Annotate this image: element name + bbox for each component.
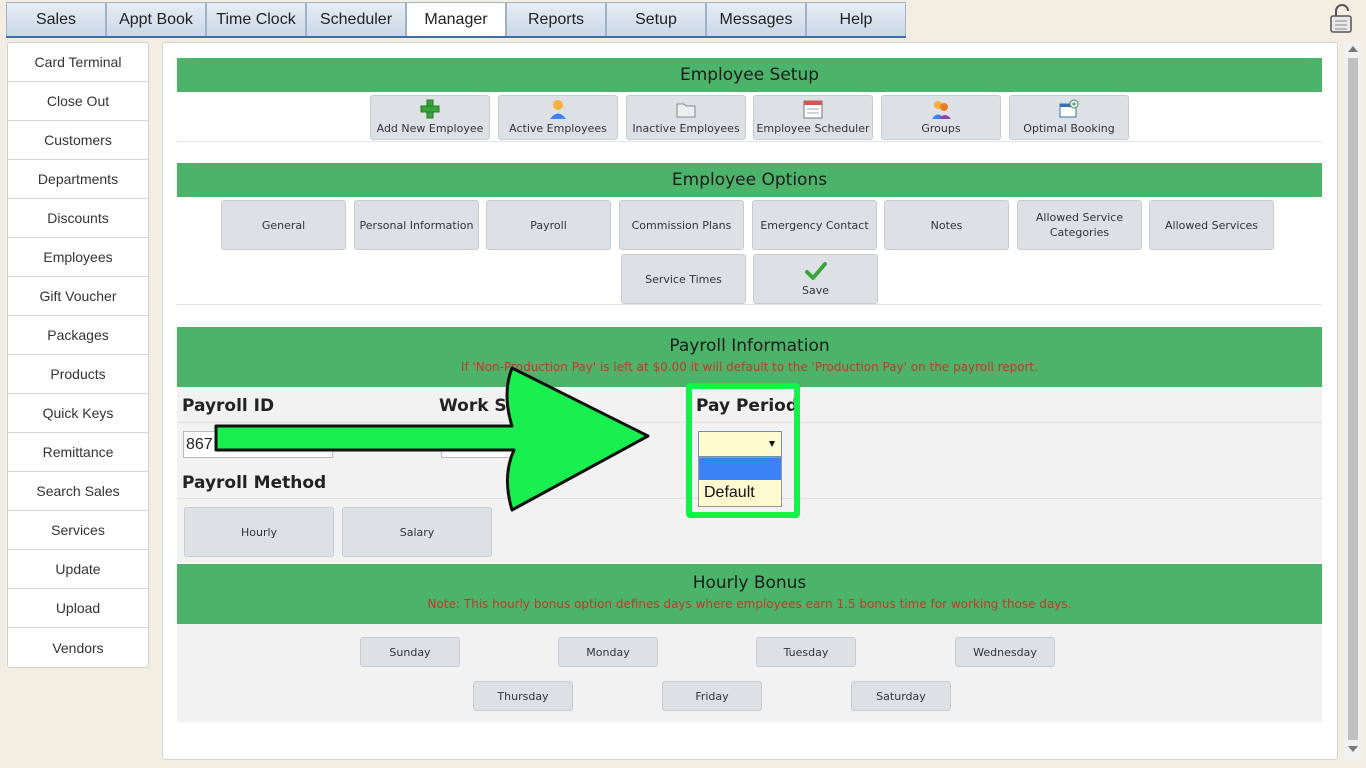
tab-setup[interactable]: Setup (606, 2, 706, 37)
save-button[interactable]: Save (753, 254, 878, 304)
option-emergency-contact-button[interactable]: Emergency Contact (752, 200, 877, 250)
employee-options-header: Employee Options (177, 163, 1322, 197)
day-monday-button[interactable]: Monday (558, 637, 658, 667)
groups-button[interactable]: Groups (881, 95, 1001, 140)
employee-setup-body (177, 92, 1322, 142)
sidebar-item-vendors[interactable]: Vendors (8, 628, 148, 667)
arrow-icon (214, 366, 650, 512)
sidebar-item-quick-keys[interactable]: Quick Keys (8, 394, 148, 433)
day-friday-button[interactable]: Friday (662, 681, 762, 711)
option-personal-information-button[interactable]: Personal Information (354, 200, 479, 250)
day-tuesday-button[interactable]: Tuesday (756, 637, 856, 667)
sidebar-item-close-out[interactable]: Close Out (8, 82, 148, 121)
scroll-up-arrow-icon[interactable] (1348, 46, 1358, 52)
employee-setup-title: Employee Setup (679, 65, 820, 85)
hourly-bonus-title: Hourly Bonus (692, 573, 807, 593)
tab-appt-book[interactable]: Appt Book (106, 2, 206, 37)
sidebar: Card Terminal Close Out Customers Depart… (7, 42, 149, 668)
sidebar-item-update[interactable]: Update (8, 550, 148, 589)
groups-label: Groups (921, 122, 961, 135)
day-wednesday-button[interactable]: Wednesday (955, 637, 1055, 667)
highlight-box (686, 383, 800, 518)
employee-scheduler-button[interactable]: Employee Scheduler (753, 95, 873, 140)
lock-icon[interactable] (1326, 4, 1356, 34)
sidebar-item-packages[interactable]: Packages (8, 316, 148, 355)
hourly-bonus-header: Hourly Bonus Note: This hourly bonus opt… (177, 564, 1322, 624)
add-new-employee-button[interactable]: Add New Employee (370, 95, 490, 140)
scroll-down-arrow-icon[interactable] (1348, 746, 1358, 752)
day-thursday-button[interactable]: Thursday (473, 681, 573, 711)
sidebar-item-services[interactable]: Services (8, 511, 148, 550)
inactive-employees-button[interactable]: Inactive Employees (626, 95, 746, 140)
sidebar-item-discounts[interactable]: Discounts (8, 199, 148, 238)
group-icon (932, 101, 951, 119)
folder-icon (676, 103, 696, 118)
option-commission-plans-button[interactable]: Commission Plans (619, 200, 744, 250)
tab-messages[interactable]: Messages (706, 2, 806, 37)
sidebar-item-products[interactable]: Products (8, 355, 148, 394)
option-service-times-button[interactable]: Service Times (621, 254, 746, 304)
employee-options-title: Employee Options (671, 170, 828, 190)
tab-time-clock[interactable]: Time Clock (206, 2, 306, 37)
payroll-method-salary-button[interactable]: Salary (342, 507, 492, 557)
top-tabs: Sales Appt Book Time Clock Scheduler Man… (6, 2, 906, 37)
option-notes-button[interactable]: Notes (884, 200, 1009, 250)
inactive-employees-label: Inactive Employees (632, 122, 740, 135)
green-plus-icon (420, 99, 440, 119)
tab-manager[interactable]: Manager (406, 2, 506, 37)
person-icon (550, 100, 566, 119)
sidebar-item-upload[interactable]: Upload (8, 589, 148, 628)
day-sunday-button[interactable]: Sunday (360, 637, 460, 667)
sidebar-item-card-terminal[interactable]: Card Terminal (8, 43, 148, 82)
tab-reports[interactable]: Reports (506, 2, 606, 37)
checkmark-icon (804, 261, 827, 280)
employee-scheduler-label: Employee Scheduler (756, 122, 870, 135)
option-allowed-services-button[interactable]: Allowed Services (1149, 200, 1274, 250)
active-employees-button[interactable]: Active Employees (498, 95, 618, 140)
tab-underline (6, 36, 906, 38)
day-saturday-button[interactable]: Saturday (851, 681, 951, 711)
sidebar-item-employees[interactable]: Employees (8, 238, 148, 277)
scroll-thumb[interactable] (1348, 58, 1358, 740)
booking-icon (1059, 99, 1079, 118)
active-employees-label: Active Employees (509, 122, 607, 135)
option-payroll-button[interactable]: Payroll (486, 200, 611, 250)
tab-help[interactable]: Help (806, 2, 906, 37)
hourly-bonus-note: Note: This hourly bonus option defines d… (427, 597, 1072, 611)
tab-scheduler[interactable]: Scheduler (306, 2, 406, 37)
save-label: Save (801, 283, 829, 297)
calendar-icon (803, 100, 823, 119)
payroll-info-title: Payroll Information (669, 336, 830, 356)
sidebar-item-customers[interactable]: Customers (8, 121, 148, 160)
sidebar-item-search-sales[interactable]: Search Sales (8, 472, 148, 511)
sidebar-item-departments[interactable]: Departments (8, 160, 148, 199)
add-new-employee-label: Add New Employee (376, 122, 484, 135)
vertical-scrollbar[interactable] (1344, 42, 1362, 760)
sidebar-item-gift-voucher[interactable]: Gift Voucher (8, 277, 148, 316)
optimal-booking-label: Optimal Booking (1023, 122, 1115, 135)
payroll-method-hourly-button[interactable]: Hourly (184, 507, 334, 557)
option-general-button[interactable]: General (221, 200, 346, 250)
tab-sales[interactable]: Sales (6, 2, 106, 37)
sidebar-item-remittance[interactable]: Remittance (8, 433, 148, 472)
option-allowed-service-categories-button[interactable]: Allowed Service Categories (1017, 200, 1142, 250)
employee-setup-header: Employee Setup (177, 58, 1322, 92)
optimal-booking-button[interactable]: Optimal Booking (1009, 95, 1129, 140)
